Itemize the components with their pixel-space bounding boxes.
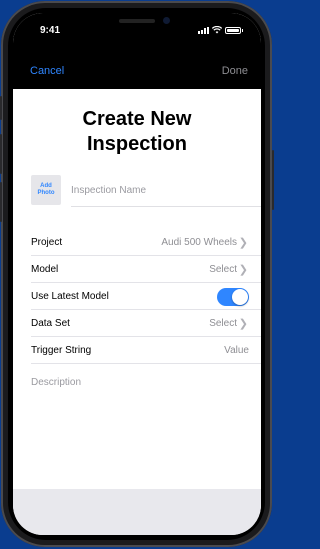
trigger-string-row[interactable]: Trigger String Value [31, 337, 261, 364]
page-title-line2: Inspection [86, 133, 187, 155]
cellular-signal-icon [198, 26, 209, 34]
add-photo-button[interactable]: Add Photo [31, 175, 61, 205]
volume-up-button [0, 134, 2, 174]
description-input[interactable]: Description [31, 377, 81, 388]
chevron-right-icon: ❯ [238, 237, 248, 249]
toggle-knob [232, 289, 248, 305]
page-title-line1: Create New [82, 108, 192, 130]
trigger-string-input[interactable]: Value [224, 345, 249, 356]
trigger-string-label: Trigger String [31, 345, 92, 356]
data-set-row[interactable]: Data Set Select ❯ [31, 310, 261, 337]
inspection-name-input[interactable]: Inspection Name [71, 185, 146, 196]
page-title: Create New Inspection [13, 107, 261, 157]
battery-icon [225, 26, 241, 34]
power-button [272, 150, 274, 210]
add-photo-label-line2: Photo [37, 190, 55, 196]
model-value: Select [209, 264, 237, 275]
model-row[interactable]: Model Select ❯ [31, 256, 261, 283]
done-button[interactable]: Done [222, 65, 248, 77]
data-set-value: Select [209, 318, 237, 329]
project-label: Project [31, 237, 63, 248]
project-value: Audi 500 Wheels [161, 237, 237, 248]
front-camera [163, 17, 170, 24]
battery-tip [242, 28, 243, 32]
silent-switch [0, 96, 2, 120]
use-latest-model-toggle[interactable] [217, 288, 249, 306]
form-content: Create New Inspection Add Photo Inspecti… [13, 89, 261, 489]
speaker-grille [119, 19, 155, 23]
chevron-right-icon: ❯ [238, 264, 248, 276]
use-latest-model-label: Use Latest Model [31, 291, 109, 302]
chevron-right-icon: ❯ [238, 318, 248, 330]
cancel-button[interactable]: Cancel [30, 65, 64, 77]
name-field-underline [71, 206, 261, 207]
volume-down-button [0, 182, 2, 222]
add-photo-label-line1: Add [40, 183, 52, 189]
wifi-icon [212, 26, 222, 34]
project-row[interactable]: Project Audi 500 Wheels ❯ [31, 229, 261, 256]
keyboard-area [13, 489, 261, 535]
use-latest-model-row: Use Latest Model [31, 283, 261, 310]
status-time: 9:41 [40, 25, 61, 36]
status-icons [198, 26, 243, 34]
screen: 9:41 Cancel Done Create New Inspection A… [13, 13, 261, 535]
status-bar: 9:41 [13, 13, 261, 51]
notch [75, 13, 199, 37]
data-set-label: Data Set [31, 318, 70, 329]
model-label: Model [31, 264, 59, 275]
